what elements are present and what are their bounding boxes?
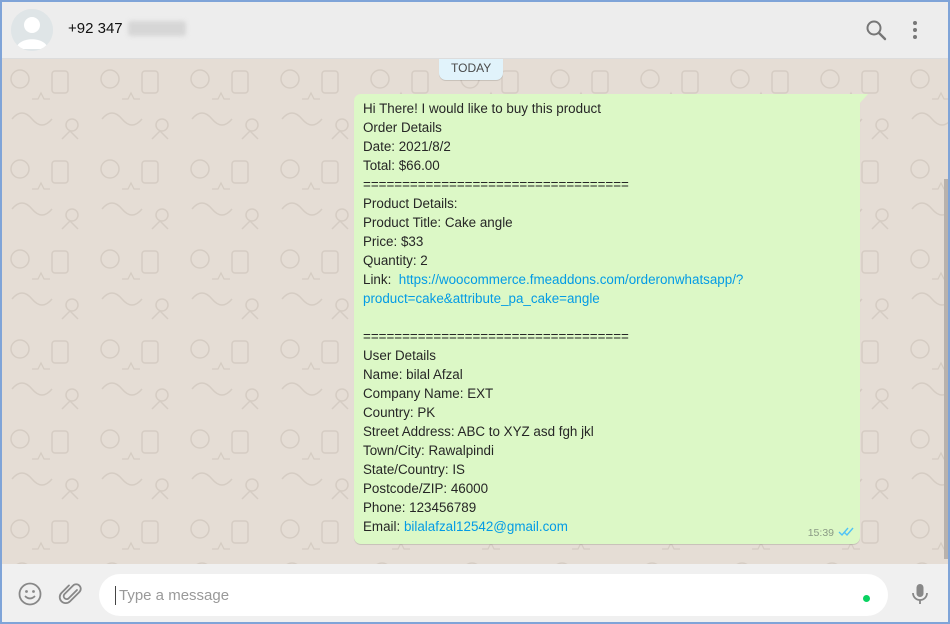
message-line: Phone: 123456789 (363, 500, 477, 515)
message-line: Postcode/ZIP: 46000 (363, 481, 489, 496)
compose-bar (2, 564, 948, 622)
message-line: ================================== (363, 329, 629, 344)
emoji-icon[interactable] (17, 581, 43, 607)
message-line: Company Name: EXT (363, 386, 494, 401)
message-line-link: Link: https://woocommerce.fmeaddons.com/… (363, 270, 851, 289)
message-line: ================================== (363, 177, 629, 192)
email-label: Email: (363, 519, 401, 534)
contact-phone: +92 347 (68, 20, 123, 37)
read-ticks-icon (838, 526, 854, 540)
message-line: Product Details: (363, 196, 458, 211)
message-line: Product Title: Cake angle (363, 215, 513, 230)
message-line: Country: PK (363, 405, 436, 420)
email-link[interactable]: bilalafzal12542@gmail.com (404, 519, 568, 534)
bubble-tail (859, 94, 868, 104)
message-line: State/Country: IS (363, 462, 465, 477)
product-link[interactable]: https://woocommerce.fmeaddons.com/ordero… (399, 272, 744, 287)
redacted-phone-digits (127, 21, 186, 36)
message-input[interactable] (115, 585, 841, 605)
date-badge: TODAY (439, 59, 504, 80)
avatar[interactable] (11, 9, 53, 51)
message-line-blank (363, 308, 851, 327)
message-time: 15:39 (807, 527, 834, 539)
message-line: Street Address: ABC to XYZ asd fgh jkl (363, 424, 594, 439)
message-input-box[interactable] (99, 574, 888, 616)
chat-area[interactable]: TODAY Hi There! I would like to buy this… (2, 59, 948, 564)
message-meta: 15:39 (808, 526, 854, 540)
message-line: User Details (363, 348, 436, 363)
attach-icon[interactable] (58, 581, 84, 607)
chat-header: +92 347 (2, 2, 948, 59)
message-line: Hi There! I would like to buy this produ… (363, 101, 601, 116)
contact-name[interactable]: +92 347 (68, 20, 186, 37)
message-line: Town/City: Rawalpindi (363, 443, 494, 458)
message-line: Order Details (363, 120, 442, 135)
message-line: Price: $33 (363, 234, 424, 249)
message-line: Quantity: 2 (363, 253, 428, 268)
message-line-email: Email: bilalafzal12542@gmail.com (363, 517, 851, 536)
default-avatar-icon (11, 9, 53, 51)
chat-scrollbar[interactable] (944, 179, 948, 559)
whatsapp-window: +92 347 TODAY Hi There! I would like to … (0, 0, 950, 624)
message-line: Total: $66.00 (363, 158, 440, 173)
outgoing-message-bubble[interactable]: Hi There! I would like to buy this produ… (354, 94, 868, 544)
product-link-continued[interactable]: product=cake&attribute_pa_cake=angle (363, 289, 851, 308)
message-line: Name: bilal Afzal (363, 367, 463, 382)
search-icon[interactable] (864, 18, 888, 42)
mic-icon[interactable] (907, 581, 933, 607)
message-line: Date: 2021/8/2 (363, 139, 451, 154)
status-dot (863, 595, 870, 602)
menu-icon[interactable] (903, 18, 927, 42)
link-label: Link: (363, 272, 392, 287)
